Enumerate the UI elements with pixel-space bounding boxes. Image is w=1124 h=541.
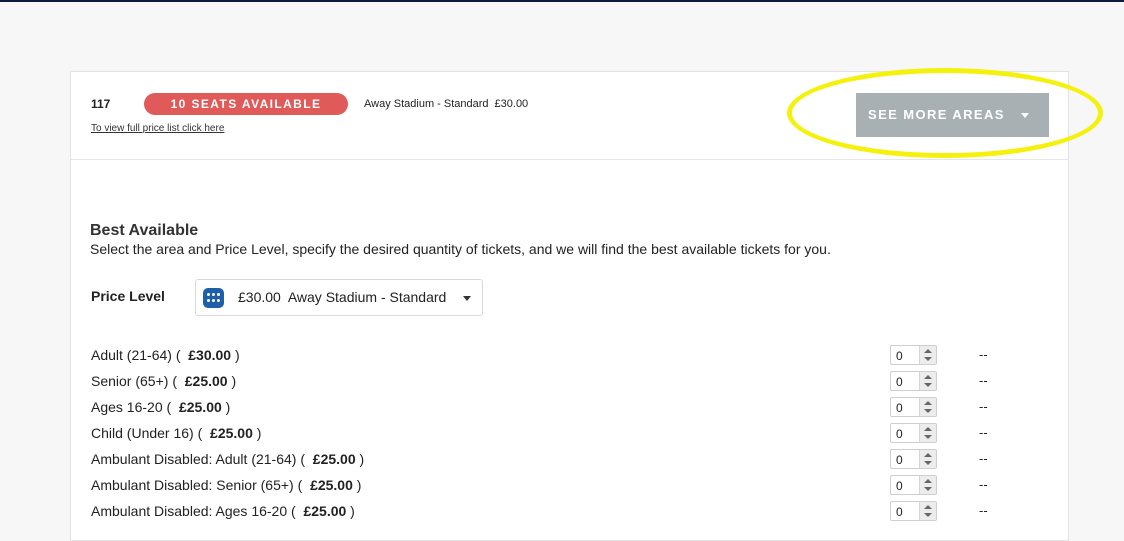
ticket-total: -- [979, 373, 988, 388]
ticket-row: Ambulant Disabled: Ages 16-20 ( £25.00 )… [91, 501, 1021, 523]
spin-up-icon[interactable] [924, 427, 932, 431]
ticket-total: -- [979, 503, 988, 518]
ticket-type: Ambulant Disabled: Adult (21-64) ( [91, 451, 305, 467]
quantity-value[interactable]: 0 [896, 427, 903, 441]
ticket-price: £25.00 [312, 451, 356, 467]
ticket-close: ) [252, 425, 262, 441]
spin-up-icon[interactable] [924, 453, 932, 457]
ticket-close: ) [231, 347, 240, 363]
best-available-description: Select the area and Price Level, specify… [90, 241, 831, 257]
spin-down-icon[interactable] [924, 435, 932, 439]
spin-up-icon[interactable] [924, 479, 932, 483]
spinner-buttons[interactable] [919, 346, 936, 364]
ticket-total: -- [979, 477, 988, 492]
ticket-label: Ages 16-20 ( £25.00 ) [91, 399, 230, 415]
best-available-title: Best Available [90, 222, 199, 239]
ticket-close: ) [221, 399, 231, 415]
quantity-stepper[interactable]: 0 [890, 501, 937, 521]
quantity-stepper[interactable]: 0 [890, 397, 937, 417]
spin-down-icon[interactable] [924, 513, 932, 517]
ticket-price: £25.00 [310, 477, 353, 493]
ticket-price: £25.00 [184, 373, 228, 389]
ticket-price: £25.00 [210, 425, 253, 441]
ticket-row: Ages 16-20 ( £25.00 ) 0 -- [91, 397, 1021, 419]
spin-down-icon[interactable] [924, 357, 932, 361]
quantity-value[interactable]: 0 [896, 479, 903, 493]
ticket-label: Ambulant Disabled: Adult (21-64) ( £25.0… [91, 451, 364, 467]
area-header: 117 10 SEATS AVAILABLE Away Stadium - St… [71, 72, 1068, 160]
area-number: 117 [91, 97, 111, 111]
ticket-row: Senior (65+) ( £25.00 ) 0 -- [91, 371, 1021, 393]
spinner-buttons[interactable] [919, 476, 936, 494]
quantity-value[interactable]: 0 [896, 401, 903, 415]
spin-up-icon[interactable] [924, 375, 932, 379]
ticket-total: -- [979, 399, 988, 414]
price-level-select[interactable]: £30.00 Away Stadium - Standard [195, 279, 483, 316]
spin-up-icon[interactable] [924, 401, 932, 405]
quantity-stepper[interactable]: 0 [890, 345, 937, 365]
spinner-buttons[interactable] [919, 502, 936, 520]
ticket-price: £25.00 [178, 399, 222, 415]
quantity-stepper[interactable]: 0 [890, 449, 937, 469]
spin-down-icon[interactable] [924, 487, 932, 491]
spinner-buttons[interactable] [919, 372, 936, 390]
caret-down-icon [1021, 113, 1029, 118]
spinner-buttons[interactable] [919, 450, 936, 468]
ticket-type: Adult (21-64) ( [91, 347, 181, 363]
spin-down-icon[interactable] [924, 383, 932, 387]
quantity-value[interactable]: 0 [896, 453, 903, 467]
quantity-value[interactable]: 0 [896, 349, 903, 363]
price-level-label: Price Level [91, 288, 165, 304]
price-list-link[interactable]: To view full price list click here [91, 123, 224, 134]
see-more-areas-button[interactable]: SEE MORE AREAS [856, 93, 1049, 137]
see-more-label: SEE MORE AREAS [868, 107, 1005, 122]
ticket-label: Child (Under 16) ( £25.00 ) [91, 425, 261, 441]
ticket-label: Senior (65+) ( £25.00 ) [91, 373, 236, 389]
area-price: £30.00 [494, 98, 529, 110]
spinner-buttons[interactable] [919, 424, 936, 442]
ticket-price: £30.00 [188, 347, 232, 363]
ticket-total: -- [979, 425, 988, 440]
ticket-row: Ambulant Disabled: Senior (65+) ( £25.00… [91, 475, 1021, 497]
quantity-stepper[interactable]: 0 [890, 423, 937, 443]
quantity-stepper[interactable]: 0 [890, 371, 937, 391]
area-name: Away Stadium - Standard [364, 98, 489, 110]
spin-down-icon[interactable] [924, 461, 932, 465]
spin-up-icon[interactable] [924, 349, 932, 353]
ticket-label: Adult (21-64) ( £30.00 ) [91, 347, 240, 363]
ticket-close: ) [355, 451, 365, 467]
ticket-row: Adult (21-64) ( £30.00 ) 0 -- [91, 345, 1021, 367]
ticket-label: Ambulant Disabled: Senior (65+) ( £25.00… [91, 477, 361, 493]
quantity-stepper[interactable]: 0 [890, 475, 937, 495]
caret-down-icon [463, 296, 471, 301]
area-info: Away Stadium - Standard £30.00 [364, 98, 534, 110]
ticket-type: Child (Under 16) ( [91, 425, 203, 441]
top-bar [0, 0, 1124, 2]
ticket-total: -- [979, 347, 988, 362]
spin-up-icon[interactable] [924, 505, 932, 509]
seats-available-badge: 10 SEATS AVAILABLE [144, 93, 348, 115]
ticket-type: Senior (65+) ( [91, 373, 177, 389]
ticket-close: ) [352, 477, 362, 493]
spin-down-icon[interactable] [924, 409, 932, 413]
quantity-value[interactable]: 0 [896, 375, 903, 389]
spinner-buttons[interactable] [919, 398, 936, 416]
ticket-type: Ages 16-20 ( [91, 399, 172, 415]
ticket-close: ) [227, 373, 237, 389]
ticket-row: Child (Under 16) ( £25.00 ) 0 -- [91, 423, 1021, 445]
price-level-value: £30.00 Away Stadium - Standard [238, 289, 447, 305]
ticket-type: Ambulant Disabled: Senior (65+) ( [91, 477, 303, 493]
ticket-row: Ambulant Disabled: Adult (21-64) ( £25.0… [91, 449, 1021, 471]
seat-map-icon [203, 288, 224, 308]
ticket-total: -- [979, 451, 988, 466]
